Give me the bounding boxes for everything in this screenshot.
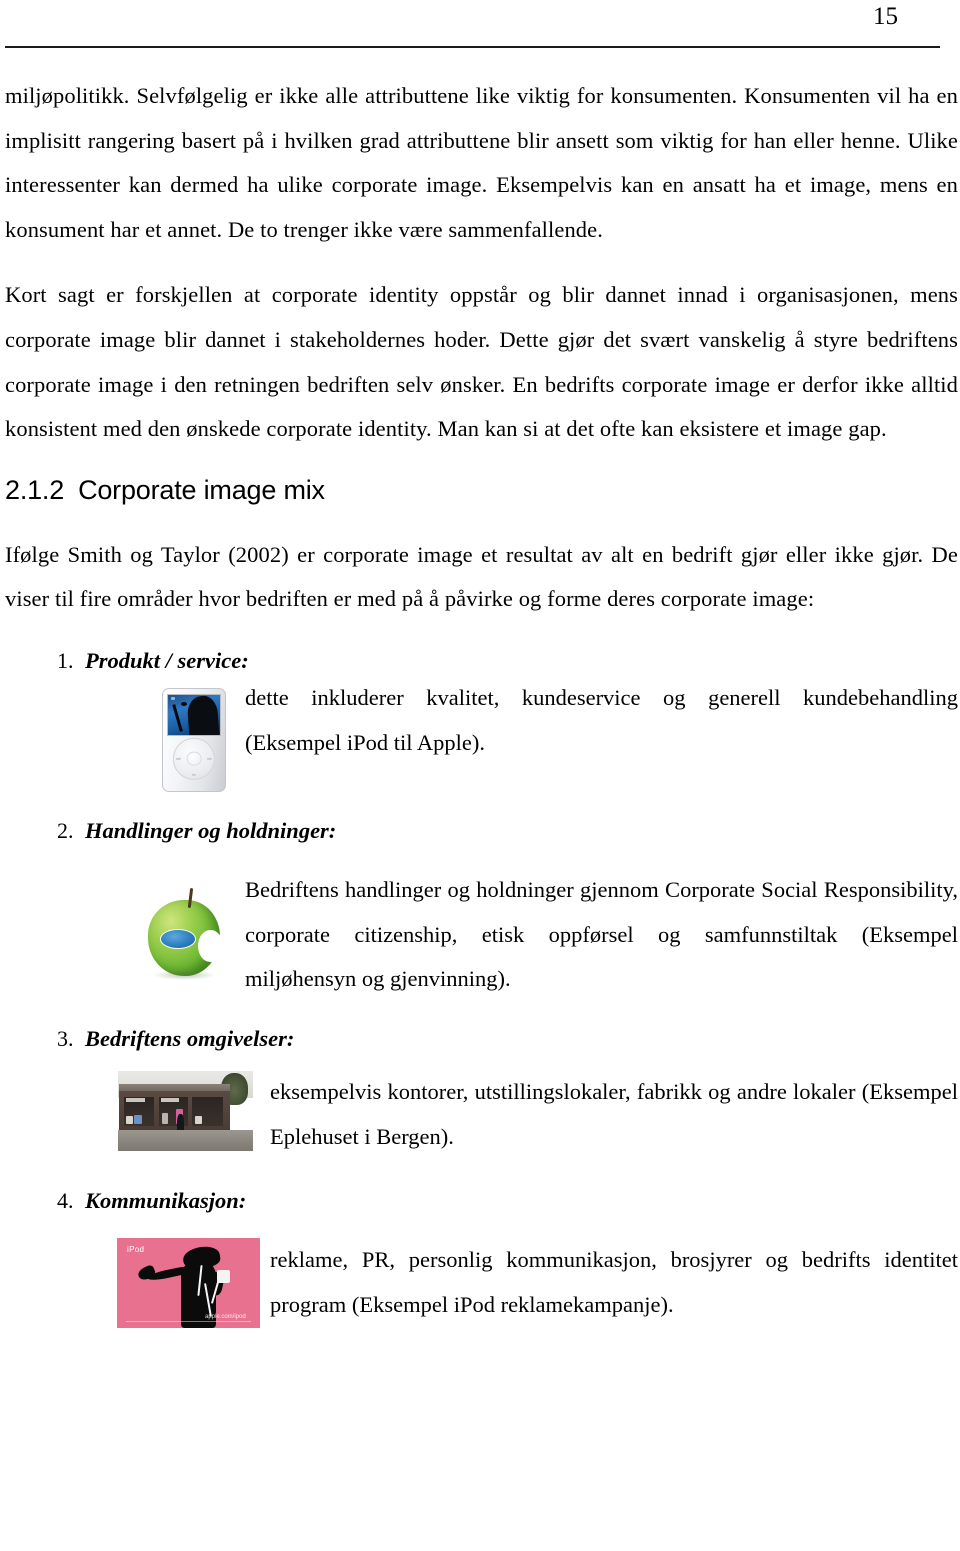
apple-body	[148, 899, 223, 977]
corporate-image-mix-list: 1. Produkt / service: dette inkluderer k…	[5, 646, 958, 1336]
document-page: 15 miljøpolitikk. Selvfølgelig er ikke a…	[0, 0, 960, 1551]
apple-bite-icon	[198, 930, 223, 963]
section-heading: 2.1.2 Corporate image mix	[5, 473, 958, 507]
area-4-body: iPod apple.com/ipod reklame, PR, personl…	[5, 1216, 958, 1336]
microphone-stand-icon	[172, 703, 184, 732]
paragraph-intro-continued: miljøpolitikk. Selvfølgelig er ikke alle…	[5, 83, 958, 242]
ipod-advert-photo: iPod apple.com/ipod	[117, 1237, 260, 1328]
area-2-body: Bedriftens handlinger og holdninger gjen…	[5, 846, 958, 1018]
area-1-description: dette inkluderer kvalitet, kundeservice …	[245, 684, 958, 755]
area-2-heading: 2. Handlinger og holdninger:	[5, 816, 958, 846]
display-goods	[126, 1115, 133, 1125]
area-1-heading: 1. Produkt / service:	[5, 646, 958, 676]
wheel-play-icon	[191, 773, 197, 776]
area-4-title: Kommunikasjon:	[85, 1187, 247, 1213]
paragraph-smith-taylor: Ifølge Smith og Taylor (2002) er corpora…	[5, 541, 958, 612]
page-header: 15	[2, 0, 958, 48]
list-item: 1. Produkt / service: dette inkluderer k…	[5, 646, 958, 794]
list-item: 2. Handlinger og holdninger: Bedriftens …	[5, 816, 958, 1018]
wheel-next-icon	[207, 757, 212, 760]
area-2-description: Bedriftens handlinger og holdninger gjen…	[245, 876, 958, 992]
store-facade	[119, 1090, 231, 1131]
area-4-marker: 4.	[57, 1187, 74, 1213]
storefront-photo	[117, 1069, 254, 1152]
area-1-marker: 1.	[57, 647, 74, 673]
list-item: 3. Bedriftens omgivelser: eksempelvis ko…	[5, 1024, 958, 1182]
area-4-description: reklame, PR, personlig kommunikasjon, br…	[270, 1246, 958, 1317]
apple-shadow	[153, 970, 216, 980]
area-1-body: dette inkluderer kvalitet, kundeservice …	[5, 676, 958, 794]
ipod-brand-label: iPod	[127, 1245, 145, 1255]
apple-sticker-icon	[159, 928, 196, 949]
list-item: 4. Kommunikasjon: iPod apple.com/ipod re…	[5, 1186, 958, 1336]
area-3-marker: 3.	[57, 1025, 74, 1051]
shop-sign	[126, 1098, 145, 1102]
shop-window	[123, 1097, 154, 1127]
area-2-title: Handlinger og holdninger:	[85, 817, 337, 843]
area-1-title: Produkt / service:	[85, 647, 249, 673]
area-3-heading: 3. Bedriftens omgivelser:	[5, 1024, 958, 1054]
area-3-body: eksempelvis kontorer, utstillingslokaler…	[5, 1054, 958, 1182]
ipod-classic-photo	[162, 687, 226, 792]
header-divider	[5, 46, 940, 48]
advert-footer-text: apple.com/ipod	[205, 1313, 246, 1320]
section-number: 2.1.2	[5, 474, 65, 505]
display-goods	[194, 1115, 202, 1125]
area-3-title: Bedriftens omgivelser:	[85, 1025, 295, 1051]
paragraph-identity-vs-image: Kort sagt er forskjellen at corporate id…	[5, 282, 958, 442]
display-goods	[162, 1112, 168, 1125]
advert-footer-rule	[125, 1320, 252, 1322]
pavement	[118, 1130, 253, 1151]
shop-sign	[161, 1098, 180, 1102]
wheel-prev-icon	[176, 757, 181, 760]
green-apple-photo	[143, 884, 231, 982]
ipod-select-button	[186, 751, 202, 766]
microphone-head-icon	[180, 701, 188, 707]
document-body: miljøpolitikk. Selvfølgelig er ikke alle…	[5, 74, 958, 1336]
area-4-heading: 4. Kommunikasjon:	[5, 1186, 958, 1216]
area-2-marker: 2.	[57, 817, 74, 843]
ipod-screen	[167, 694, 221, 736]
singer-head-silhouette	[192, 697, 212, 715]
ipod-screen-badge-icon	[170, 696, 176, 700]
shop-window	[192, 1097, 224, 1127]
display-goods	[133, 1114, 142, 1125]
section-title: Corporate image mix	[78, 474, 325, 505]
page-number: 15	[873, 3, 898, 30]
area-3-description: eksempelvis kontorer, utstillingslokaler…	[270, 1078, 958, 1149]
